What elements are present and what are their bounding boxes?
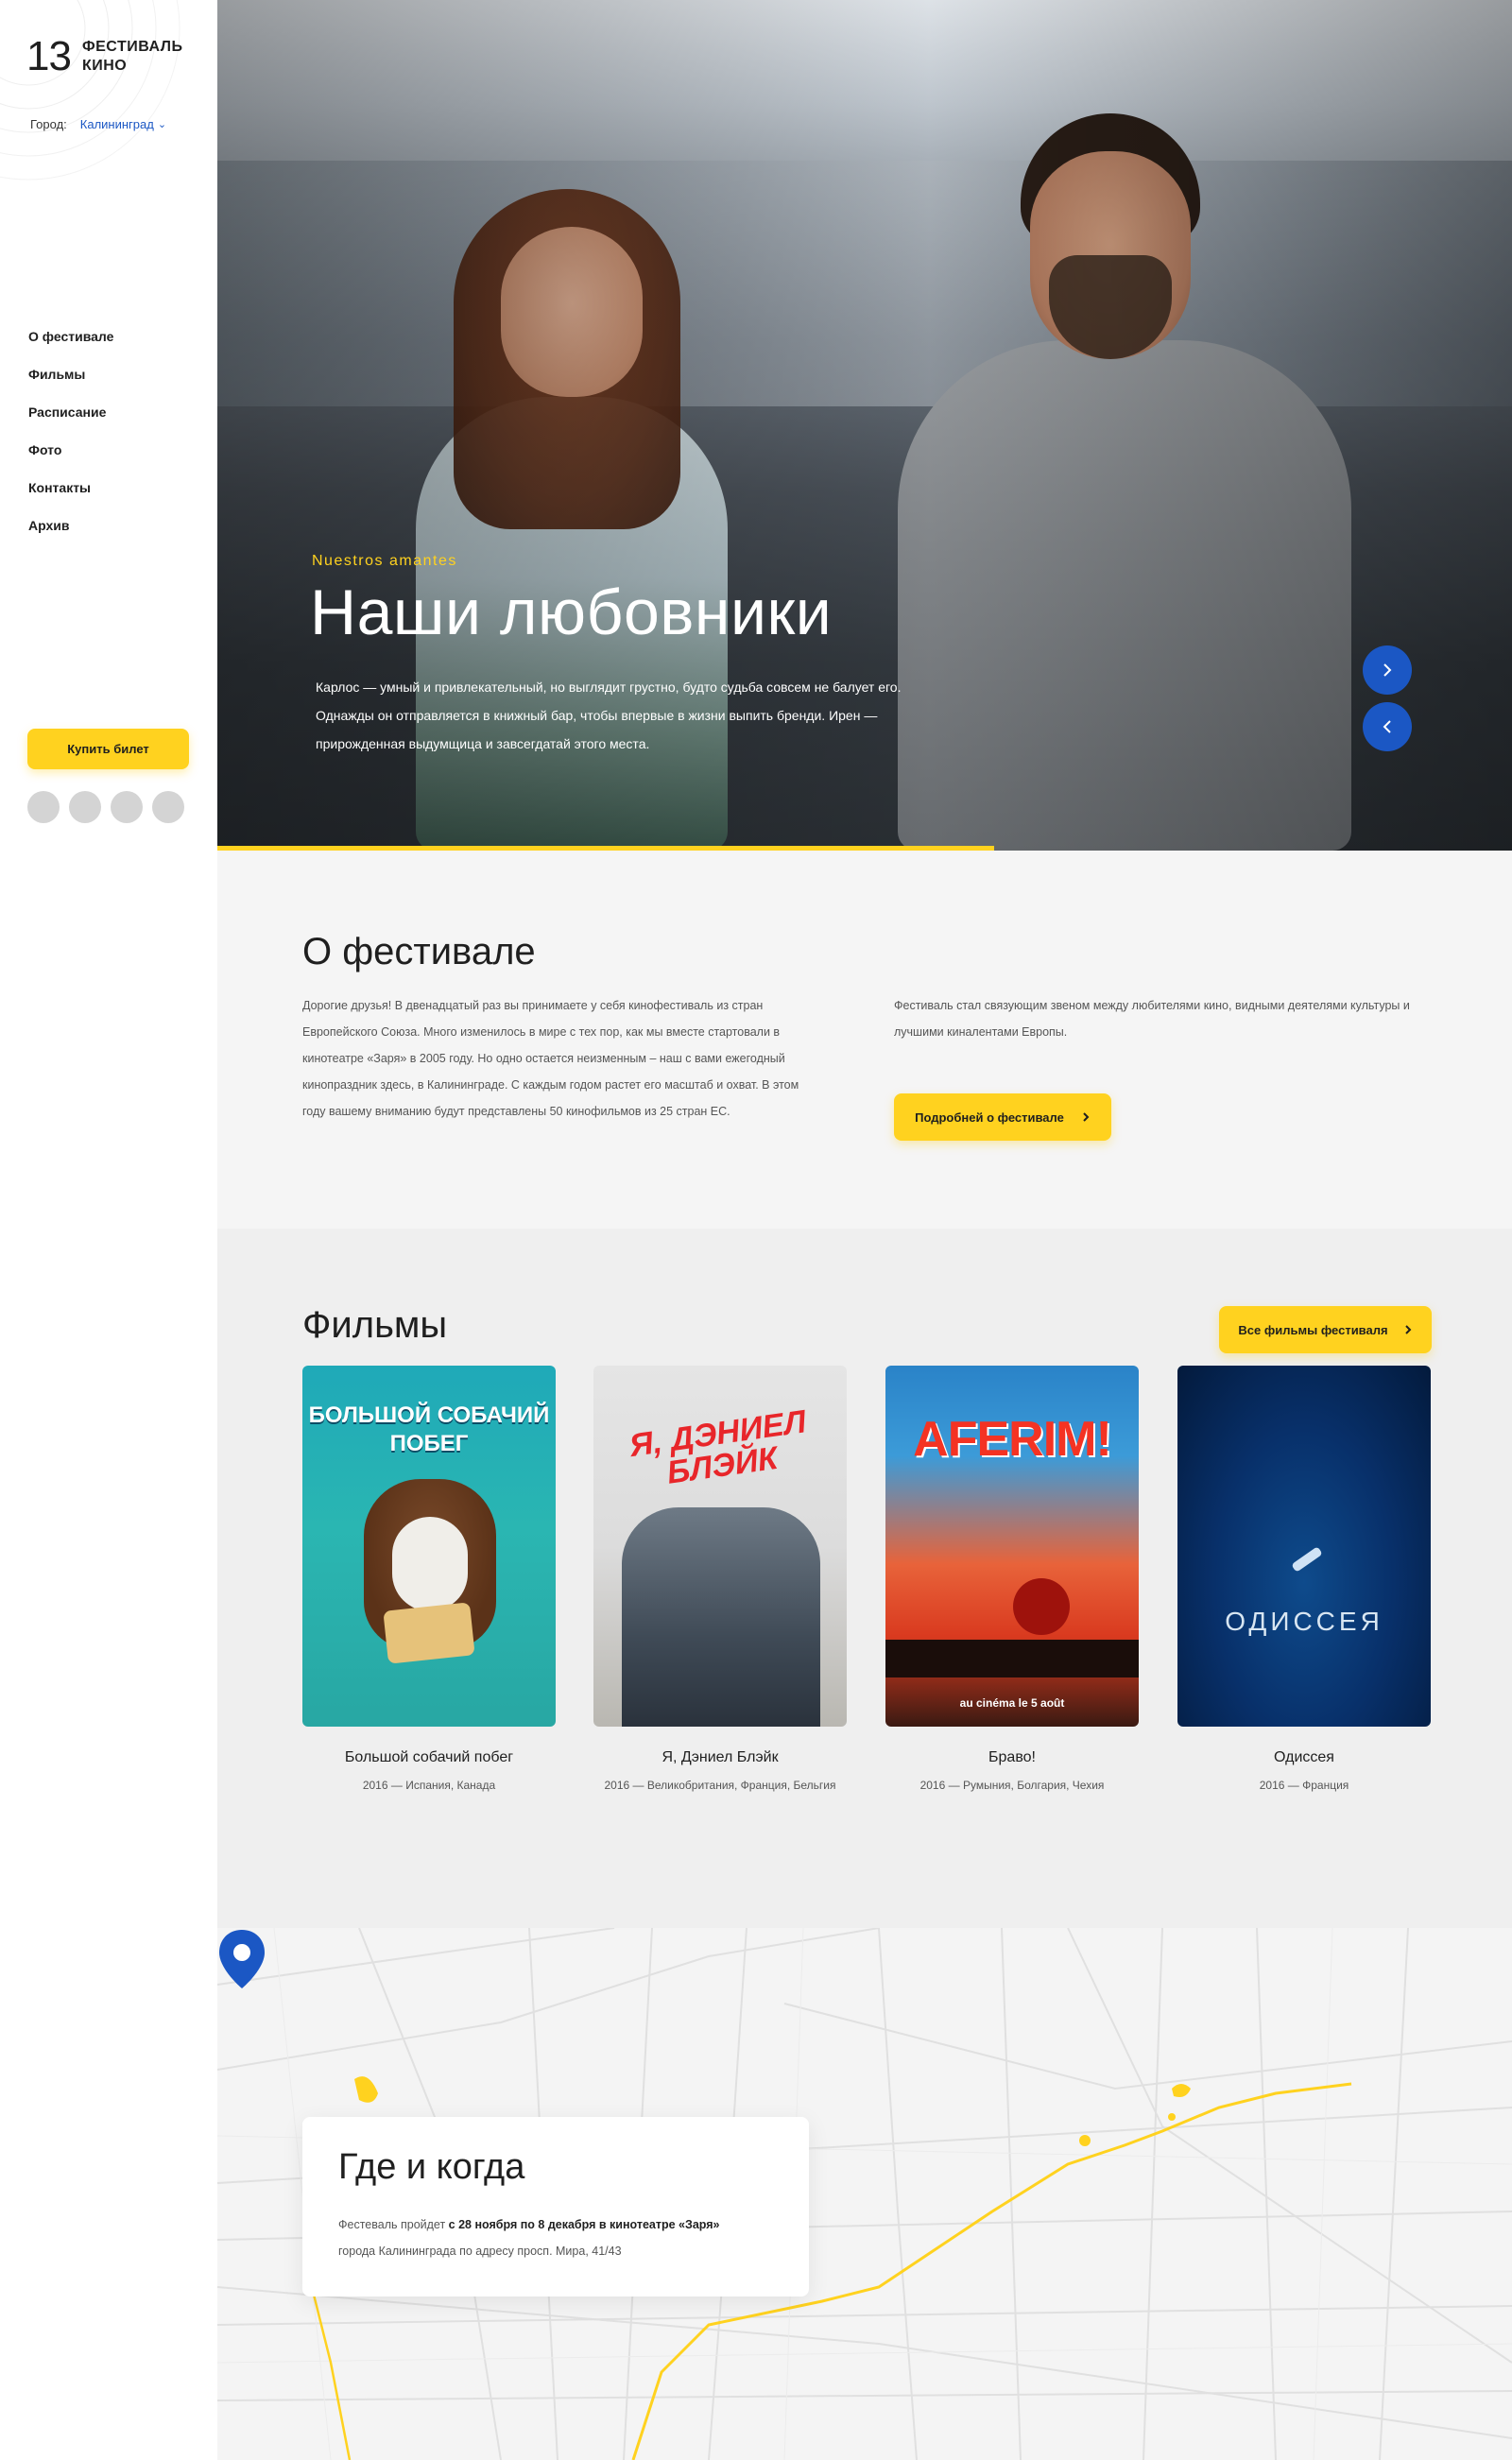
about-more-button-label: Подробней о фестивале [915, 1110, 1064, 1125]
slider-next-button[interactable] [1363, 645, 1412, 695]
about-section: О фестивале Дорогие друзья! В двенадцаты… [217, 851, 1512, 1229]
chevron-right-icon [1083, 1112, 1090, 1122]
film-poster[interactable]: Я, ДЭНИЕЛ БЛЭЙК [593, 1366, 847, 1727]
film-countries: Испания, Канада [405, 1779, 496, 1792]
films-section: Фильмы Все фильмы фестиваля БОЛЬШОЙ СОБА… [217, 1229, 1512, 1928]
nav-item-films[interactable]: Фильмы [28, 365, 113, 403]
film-separator: — [390, 1779, 403, 1792]
film-title[interactable]: Я, Дэниел Блэйк [593, 1749, 847, 1766]
film-card[interactable]: Я, ДЭНИЕЛ БЛЭЙК Я, Дэниел Блэйк 2016 — В… [593, 1366, 847, 1795]
film-meta: 2016 — Великобритания, Франция, Бельгия [593, 1776, 847, 1795]
social-icon-4[interactable] [152, 791, 184, 823]
poster-diver [1291, 1546, 1323, 1573]
nav-item-about[interactable]: О фестивале [28, 327, 113, 365]
map-section[interactable]: Где и когда Фестеваль пройдет с 28 ноябр… [217, 1928, 1512, 2460]
film-countries: Великобритания, Франция, Бельгия [646, 1779, 836, 1792]
film-title[interactable]: Большой собачий побег [302, 1749, 556, 1766]
poster-sign [383, 1602, 475, 1664]
slider-prev-button[interactable] [1363, 702, 1412, 751]
film-title[interactable]: Одиссея [1177, 1749, 1431, 1766]
hero-title: Наши любовники [310, 576, 833, 648]
film-poster[interactable]: БОЛЬШОЙ СОБАЧИЙ ПОБЕГ [302, 1366, 556, 1727]
where-text-dates: с 28 ноября по 8 декабря в кинотеатре «З… [448, 2218, 720, 2231]
film-countries: Франция [1302, 1779, 1349, 1792]
logo-number: 13 [26, 33, 72, 79]
chevron-right-icon [1404, 1325, 1411, 1334]
social-icon-2[interactable] [69, 791, 101, 823]
city-value[interactable]: Калининград [80, 117, 154, 131]
film-card[interactable]: БОЛЬШОЙ СОБАЧИЙ ПОБЕГ Большой собачий по… [302, 1366, 556, 1795]
sidebar: 13 Фестиваль кино Город: Калининград ⌄ О… [0, 0, 217, 2460]
nav-item-photo[interactable]: Фото [28, 440, 113, 478]
film-meta: 2016 — Испания, Канада [302, 1776, 556, 1795]
poster-title: ОДИССЕЯ [1225, 1607, 1383, 1636]
about-more-button[interactable]: Подробней о фестивале [894, 1093, 1111, 1141]
city-selector[interactable]: Город: Калининград ⌄ [30, 117, 166, 131]
film-meta: 2016 — Франция [1177, 1776, 1431, 1795]
film-separator: — [632, 1779, 644, 1792]
logo[interactable]: 13 Фестиваль кино [26, 36, 182, 77]
poster-title: AFERIM! [913, 1412, 1112, 1467]
poster-horses [885, 1640, 1139, 1677]
poster-title: БОЛЬШОЙ СОБАЧИЙ ПОБЕГ [308, 1402, 550, 1456]
all-films-button-label: Все фильмы фестиваля [1238, 1322, 1388, 1337]
all-films-button[interactable]: Все фильмы фестиваля [1219, 1306, 1432, 1353]
film-year: 2016 [362, 1779, 388, 1792]
nav-item-schedule[interactable]: Расписание [28, 403, 113, 440]
poster-title: Я, ДЭНИЕЛ БЛЭЙК [627, 1403, 809, 1491]
chevron-right-icon [1383, 663, 1392, 677]
logo-line-2: кино [81, 58, 128, 74]
hero-subtitle: Nuestros amantes [312, 553, 457, 569]
film-card[interactable]: AFERIM! au cinéma le 5 août Браво! 2016 … [885, 1366, 1139, 1795]
main-nav: О фестивале Фильмы Расписание Фото Конта… [28, 327, 113, 554]
map-pin-icon[interactable] [217, 1928, 266, 1990]
film-poster[interactable]: ОДИССЕЯ [1177, 1366, 1431, 1727]
where-text-prefix: Фестеваль пройдет [338, 2218, 446, 2231]
poster-sun [1013, 1578, 1070, 1635]
poster-release-text: au cinéma le 5 août [959, 1696, 1065, 1710]
social-icon-3[interactable] [111, 791, 143, 823]
film-separator: — [948, 1779, 960, 1792]
logo-rings-decoration [0, 0, 180, 181]
where-title: Где и когда [338, 2147, 525, 2187]
film-title[interactable]: Браво! [885, 1749, 1139, 1766]
logo-text: Фестиваль кино [82, 38, 183, 76]
hero-description: Карлос — умный и привлекательный, но выг… [316, 680, 902, 751]
film-year: 2016 [604, 1779, 630, 1792]
social-icon-1[interactable] [27, 791, 60, 823]
nav-item-archive[interactable]: Архив [28, 516, 113, 554]
buy-ticket-button[interactable]: Купить билет [27, 729, 189, 769]
poster-dog-face [392, 1517, 468, 1611]
about-text-right: Фестиваль стал связующим звеном между лю… [894, 999, 1410, 1039]
films-title: Фильмы [302, 1304, 448, 1346]
hero-slider: Nuestros amantes Наши любовники Карлос —… [217, 0, 1512, 851]
chevron-down-icon[interactable]: ⌄ [158, 118, 166, 130]
about-title: О фестивале [302, 931, 536, 972]
nav-item-contacts[interactable]: Контакты [28, 478, 113, 516]
chevron-left-icon [1383, 720, 1391, 733]
logo-line-1: Фестиваль [81, 39, 183, 55]
film-year: 2016 [1259, 1779, 1285, 1792]
where-text-address: города Калининграда по адресу просп. Мир… [338, 2245, 622, 2258]
where-text: Фестеваль пройдет с 28 ноября по 8 декаб… [338, 2211, 782, 2264]
about-text-left: Дорогие друзья! В двенадцатый раз вы при… [302, 999, 799, 1118]
where-when-card: Где и когда Фестеваль пройдет с 28 ноябр… [302, 2117, 809, 2297]
film-countries: Румыния, Болгария, Чехия [962, 1779, 1105, 1792]
film-meta: 2016 — Румыния, Болгария, Чехия [885, 1776, 1139, 1795]
film-separator: — [1287, 1779, 1299, 1792]
poster-photo [622, 1507, 820, 1727]
film-poster[interactable]: AFERIM! au cinéma le 5 août [885, 1366, 1139, 1727]
city-label: Город: [30, 117, 67, 131]
film-card[interactable]: ОДИССЕЯ Одиссея 2016 — Франция [1177, 1366, 1431, 1795]
social-links [27, 791, 184, 823]
film-year: 2016 [919, 1779, 946, 1792]
